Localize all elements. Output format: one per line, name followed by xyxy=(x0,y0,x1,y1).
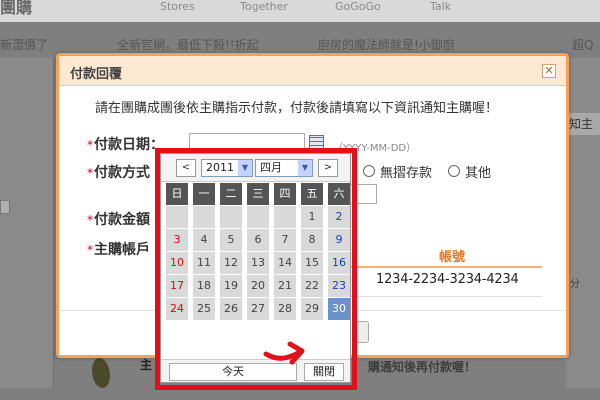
required-mark: * xyxy=(87,138,93,152)
site-nav-bar xyxy=(0,0,600,22)
scroll-handle[interactable] xyxy=(0,200,10,214)
bottom-fragment-text: 主 xyxy=(140,358,153,372)
close-icon[interactable]: ✕ xyxy=(542,64,556,78)
nav-link-gogogo[interactable]: GoGoGo xyxy=(335,0,381,13)
radio-other-label[interactable]: 其他 xyxy=(465,162,491,181)
nav-link-stores[interactable]: Stores xyxy=(160,0,195,13)
promo-text[interactable]: 新澀價了 xyxy=(0,36,48,53)
promo-text[interactable]: 廚房的魔法師就是!小御廚 xyxy=(318,36,455,53)
payment-method-label-text: 付款方式 xyxy=(94,165,150,181)
promo-text[interactable]: 全新官網，最低下殺!!折起 xyxy=(117,36,259,53)
account-column-header: 帳號 xyxy=(439,250,466,265)
nav-link-talk[interactable]: Talk xyxy=(430,0,451,13)
account-number: 1234-2234-3234-4234 xyxy=(376,272,519,287)
payment-amount-label-text: 付款金額 xyxy=(94,212,150,228)
radio-other[interactable] xyxy=(448,165,460,177)
payment-date-label-text: 付款日期： xyxy=(94,137,164,153)
required-mark: * xyxy=(87,166,93,180)
promo-text[interactable]: 超Q xyxy=(572,36,593,53)
leaf-logo-icon xyxy=(92,358,110,388)
dialog-title: 付款回覆 xyxy=(70,67,123,82)
submit-button[interactable] xyxy=(355,321,369,343)
right-tag[interactable]: 知主 xyxy=(566,113,600,135)
payment-method-label: *付款方式 xyxy=(87,162,150,182)
nav-link-together[interactable]: Together xyxy=(240,0,288,13)
payment-date-label: *付款日期： xyxy=(87,134,164,154)
right-sub-text: 分 xyxy=(570,279,580,290)
bottom-notice-text: 購通知後再付款喔！ xyxy=(368,360,477,374)
dialog-instructions: 請在團購成團後依主購指示付款，付款後請填寫以下資訊通知主購喔！ xyxy=(95,101,499,116)
account-label-text: 主購帳戶 xyxy=(94,242,150,258)
required-mark: * xyxy=(87,243,93,257)
payment-amount-label: *付款金額 xyxy=(87,209,150,229)
account-label: *主購帳戶 xyxy=(87,239,150,259)
radio-atm-deposit-label[interactable]: 無摺存款 xyxy=(380,162,432,181)
highlight-box xyxy=(155,148,357,390)
arrow-icon xyxy=(263,341,305,365)
site-logo: 團購 xyxy=(0,0,33,17)
left-panel xyxy=(0,58,54,388)
right-panel xyxy=(566,58,600,388)
required-mark: * xyxy=(87,213,93,227)
dialog-header: 付款回覆 ✕ xyxy=(59,56,566,86)
radio-atm-deposit[interactable] xyxy=(363,165,375,177)
